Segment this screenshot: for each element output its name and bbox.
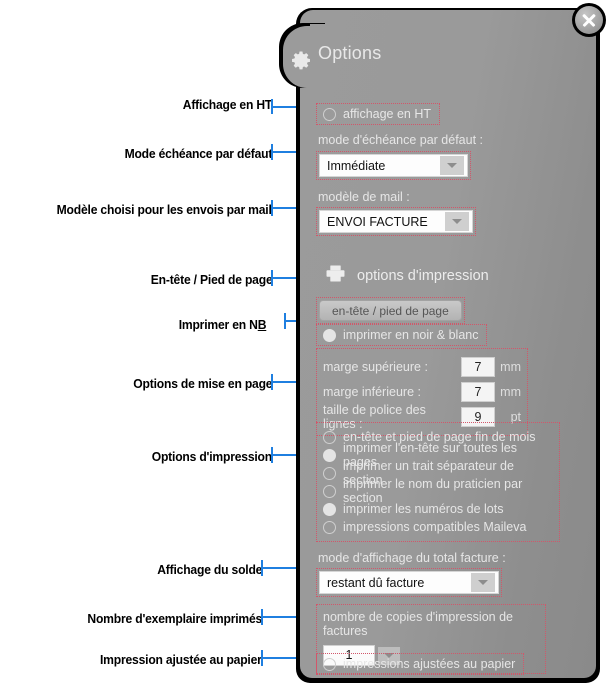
radio-affichage-en-ht[interactable]	[323, 107, 336, 121]
due-mode-label: mode d'échéance par défaut :	[318, 133, 484, 147]
chevron-down-icon[interactable]	[445, 212, 469, 231]
list-item-label: impressions compatibles Maileva	[343, 520, 527, 534]
radio-trait-separateur[interactable]	[323, 466, 336, 480]
radio-numeros-lots[interactable]	[323, 502, 336, 516]
margin-row: marge supérieure : 7 mm	[323, 354, 521, 379]
annotation-impression-ajustee: Impression ajustée au papier	[0, 651, 262, 667]
radio-ajustees-papier[interactable]	[323, 657, 336, 671]
copies-label: nombre de copies d'impression de facture…	[323, 610, 513, 638]
chevron-down-icon[interactable]	[471, 573, 495, 592]
annotation-modele-mail: Modèle choisi pour les envois par mail	[0, 201, 272, 217]
due-mode-select[interactable]: Immédiate	[319, 154, 468, 177]
close-icon[interactable]	[572, 3, 606, 37]
total-mode-select[interactable]: restant dû facture	[319, 571, 499, 594]
screenshot-root: Affichage en HT Mode échéance par défaut…	[0, 0, 608, 691]
print-section-header: options d'impression	[326, 265, 489, 287]
field-mail-template[interactable]: ENVOI FACTURE	[316, 207, 476, 236]
total-mode-value: restant dû facture	[327, 575, 425, 590]
margin-top-unit: mm	[500, 359, 521, 374]
annotation-mise-en-page: Options de mise en page	[0, 375, 272, 391]
radio-entete-toutes-pages[interactable]	[323, 448, 336, 462]
margin-top-input[interactable]: 7	[461, 356, 495, 377]
field-due-mode[interactable]: Immédiate	[316, 151, 471, 180]
due-mode-value: Immédiate	[327, 158, 386, 173]
margin-row: marge inférieure : 7 mm	[323, 379, 521, 404]
annotation-label: Modèle choisi pour les envois par mail	[57, 203, 272, 217]
radio-maileva[interactable]	[323, 520, 336, 534]
radio-entete-pied-fin-mois[interactable]	[323, 430, 336, 444]
annotation-label: Imprimer en NB	[178, 318, 266, 332]
field-affichage-en-ht[interactable]: affichage en HT	[316, 103, 441, 125]
annotation-affichage-solde: Affichage du solde	[0, 561, 262, 577]
annotation-label: Affichage du solde	[157, 563, 262, 577]
margin-bottom-input[interactable]: 7	[461, 381, 495, 402]
mail-template-value: ENVOI FACTURE	[327, 214, 428, 229]
field-total-mode[interactable]: restant dû facture	[316, 568, 502, 597]
affichage-en-ht-label: affichage en HT	[343, 107, 432, 121]
field-black-white[interactable]: imprimer en noir & blanc	[316, 324, 488, 346]
annotation-label: Options de mise en page	[132, 377, 272, 391]
header-footer-button[interactable]: en-tête / pied de page	[319, 300, 462, 321]
margin-top-label: marge supérieure :	[323, 359, 428, 374]
close-icon-knob	[575, 6, 603, 34]
printer-icon	[326, 265, 345, 287]
annotation-label: Nombre d'exemplaire imprimés	[87, 612, 262, 626]
noir-et-blanc-label: imprimer en noir & blanc	[343, 328, 479, 342]
margin-bottom-label: marge inférieure :	[323, 384, 421, 399]
page-title: Options	[318, 43, 382, 63]
annotation-mode-echeance: Mode échéance par défaut	[0, 145, 272, 161]
mail-template-label: modèle de mail :	[318, 190, 410, 204]
gear-icon[interactable]	[290, 50, 312, 72]
group-print-checkboxes: en-tête et pied de page fin de mois impr…	[316, 422, 560, 542]
list-item-label: imprimer le nom du praticien par section	[343, 477, 523, 505]
annotation-options-impression: Options d'impression	[0, 448, 272, 464]
annotation-affichage-en-ht: Affichage en HT	[0, 96, 273, 112]
annotation-label: Mode échéance par défaut	[124, 147, 272, 161]
list-item-label: imprimer les numéros de lots	[343, 502, 504, 516]
print-section-title: options d'impression	[357, 268, 489, 284]
annotation-entete-pied: En-tête / Pied de page	[0, 271, 272, 287]
mail-template-select[interactable]: ENVOI FACTURE	[319, 210, 473, 233]
annotation-label: Impression ajustée au papier	[100, 653, 262, 667]
field-fit-paper[interactable]: impressions ajustées au papier	[316, 653, 525, 675]
annotation-label: En-tête / Pied de page	[150, 273, 272, 287]
radio-noir-et-blanc[interactable]	[323, 328, 336, 342]
annotation-label: Affichage en HT	[182, 98, 273, 112]
fit-paper-label: impressions ajustées au papier	[343, 657, 516, 671]
field-header-footer[interactable]: en-tête / pied de page	[316, 297, 465, 324]
annotation-nombre-exemplaires: Nombre d'exemplaire imprimés	[0, 610, 262, 626]
radio-nom-praticien[interactable]	[323, 484, 336, 498]
total-mode-label: mode d'affichage du total facture :	[318, 551, 506, 565]
annotation-imprimer-nb: Imprimer en NB	[0, 316, 266, 332]
window-titlebar: Options	[300, 10, 596, 80]
list-item[interactable]: imprimer le nom du praticien par section	[323, 477, 553, 505]
list-item[interactable]: impressions compatibles Maileva	[323, 518, 553, 536]
options-window: Options affichage en HT mode d'échéance …	[283, 3, 606, 678]
margin-bottom-unit: mm	[500, 384, 521, 399]
annotation-label: Options d'impression	[151, 450, 272, 464]
chevron-down-icon[interactable]	[440, 156, 464, 175]
